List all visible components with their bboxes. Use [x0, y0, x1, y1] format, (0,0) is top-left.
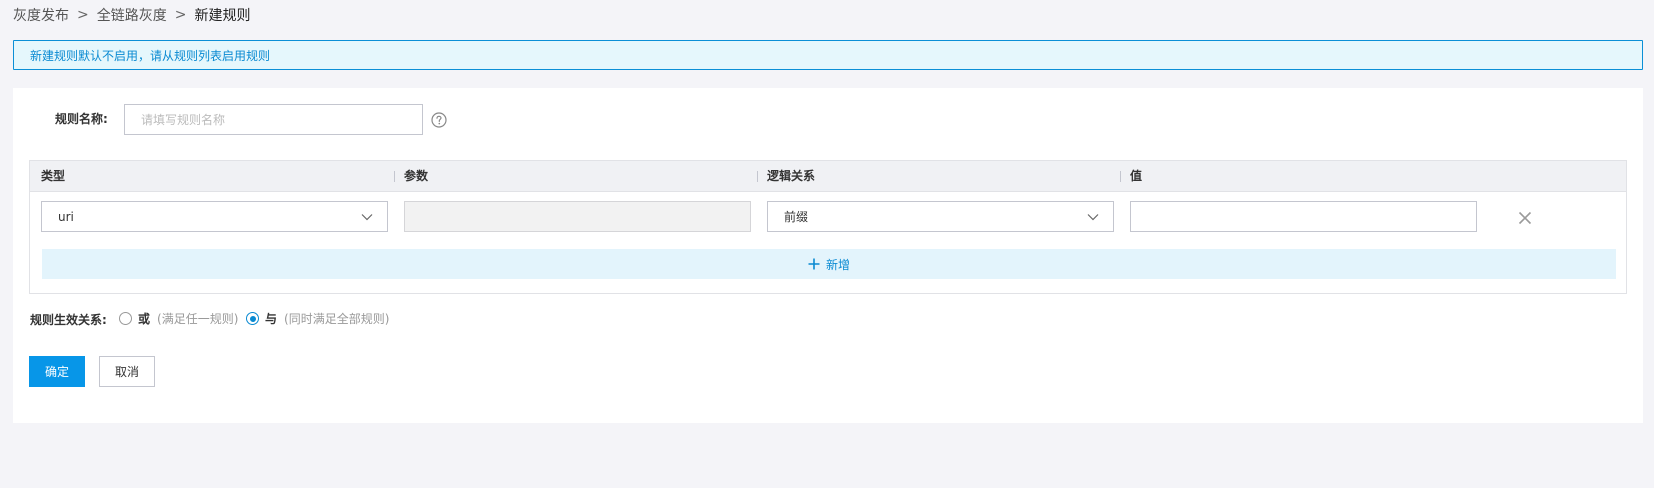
add-rule-button[interactable]: 新增 — [42, 249, 1616, 279]
param-input — [404, 201, 751, 232]
rule-form-panel: 规则名称: 类型 参数 逻辑关系 值 uri — [13, 88, 1643, 423]
rule-relation-label: 规则生效关系: — [30, 313, 107, 327]
rules-table: 类型 参数 逻辑关系 值 uri 前缀 新增 — [29, 160, 1627, 294]
close-icon[interactable] — [1518, 211, 1532, 225]
column-divider — [394, 171, 395, 182]
column-divider — [757, 171, 758, 182]
column-header-value-label: 值 — [1130, 169, 1143, 183]
column-header-param-label: 参数 — [404, 169, 429, 183]
breadcrumb-separator: > — [77, 7, 89, 23]
confirm-button[interactable]: 确定 — [29, 356, 85, 387]
plus-icon — [808, 258, 820, 270]
value-input[interactable] — [1130, 201, 1477, 232]
radio-or-label: 或 — [138, 312, 151, 326]
column-header-type: 类型 — [41, 169, 66, 183]
radio-and[interactable]: 与 (同时满足全部规则) — [246, 310, 389, 327]
breadcrumb-item-gray-release[interactable]: 灰度发布 — [13, 5, 69, 25]
logic-select[interactable]: 前缀 — [767, 201, 1114, 232]
column-header-logic: 逻辑关系 — [757, 161, 816, 191]
rules-table-header: 类型 参数 逻辑关系 值 — [30, 161, 1626, 192]
notice-text: 新建规则默认不启用，请从规则列表启用规则 — [30, 48, 271, 63]
radio-and-desc: (同时满足全部规则) — [284, 312, 390, 326]
radio-or-desc: (满足任一规则) — [157, 312, 239, 326]
radio-or[interactable]: 或 (满足任一规则) — [119, 310, 238, 327]
column-header-param: 参数 — [394, 161, 429, 191]
cancel-button[interactable]: 取消 — [99, 356, 155, 387]
info-notice: 新建规则默认不启用，请从规则列表启用规则 — [13, 40, 1643, 70]
radio-or-indicator[interactable] — [119, 312, 132, 325]
radio-and-label: 与 — [265, 312, 278, 326]
rule-name-label: 规则名称: — [55, 112, 108, 126]
type-select-value: uri — [58, 209, 74, 224]
rule-name-input[interactable] — [124, 104, 423, 135]
breadcrumb: 灰度发布 > 全链路灰度 > 新建规则 — [13, 5, 250, 25]
breadcrumb-item-current: 新建规则 — [194, 8, 251, 24]
breadcrumb-item-full-link-gray[interactable]: 全链路灰度 — [97, 5, 167, 25]
logic-select-value: 前缀 — [784, 210, 809, 224]
radio-and-indicator[interactable] — [246, 312, 259, 325]
add-rule-label: 新增 — [825, 257, 850, 272]
chevron-down-icon — [361, 214, 373, 221]
column-header-value: 值 — [1120, 161, 1143, 191]
breadcrumb-separator: > — [174, 7, 187, 23]
column-divider — [1120, 171, 1121, 182]
chevron-down-icon — [1087, 214, 1099, 221]
type-select[interactable]: uri — [41, 201, 388, 232]
column-header-logic-label: 逻辑关系 — [767, 169, 816, 183]
question-circle-icon[interactable] — [431, 112, 447, 128]
